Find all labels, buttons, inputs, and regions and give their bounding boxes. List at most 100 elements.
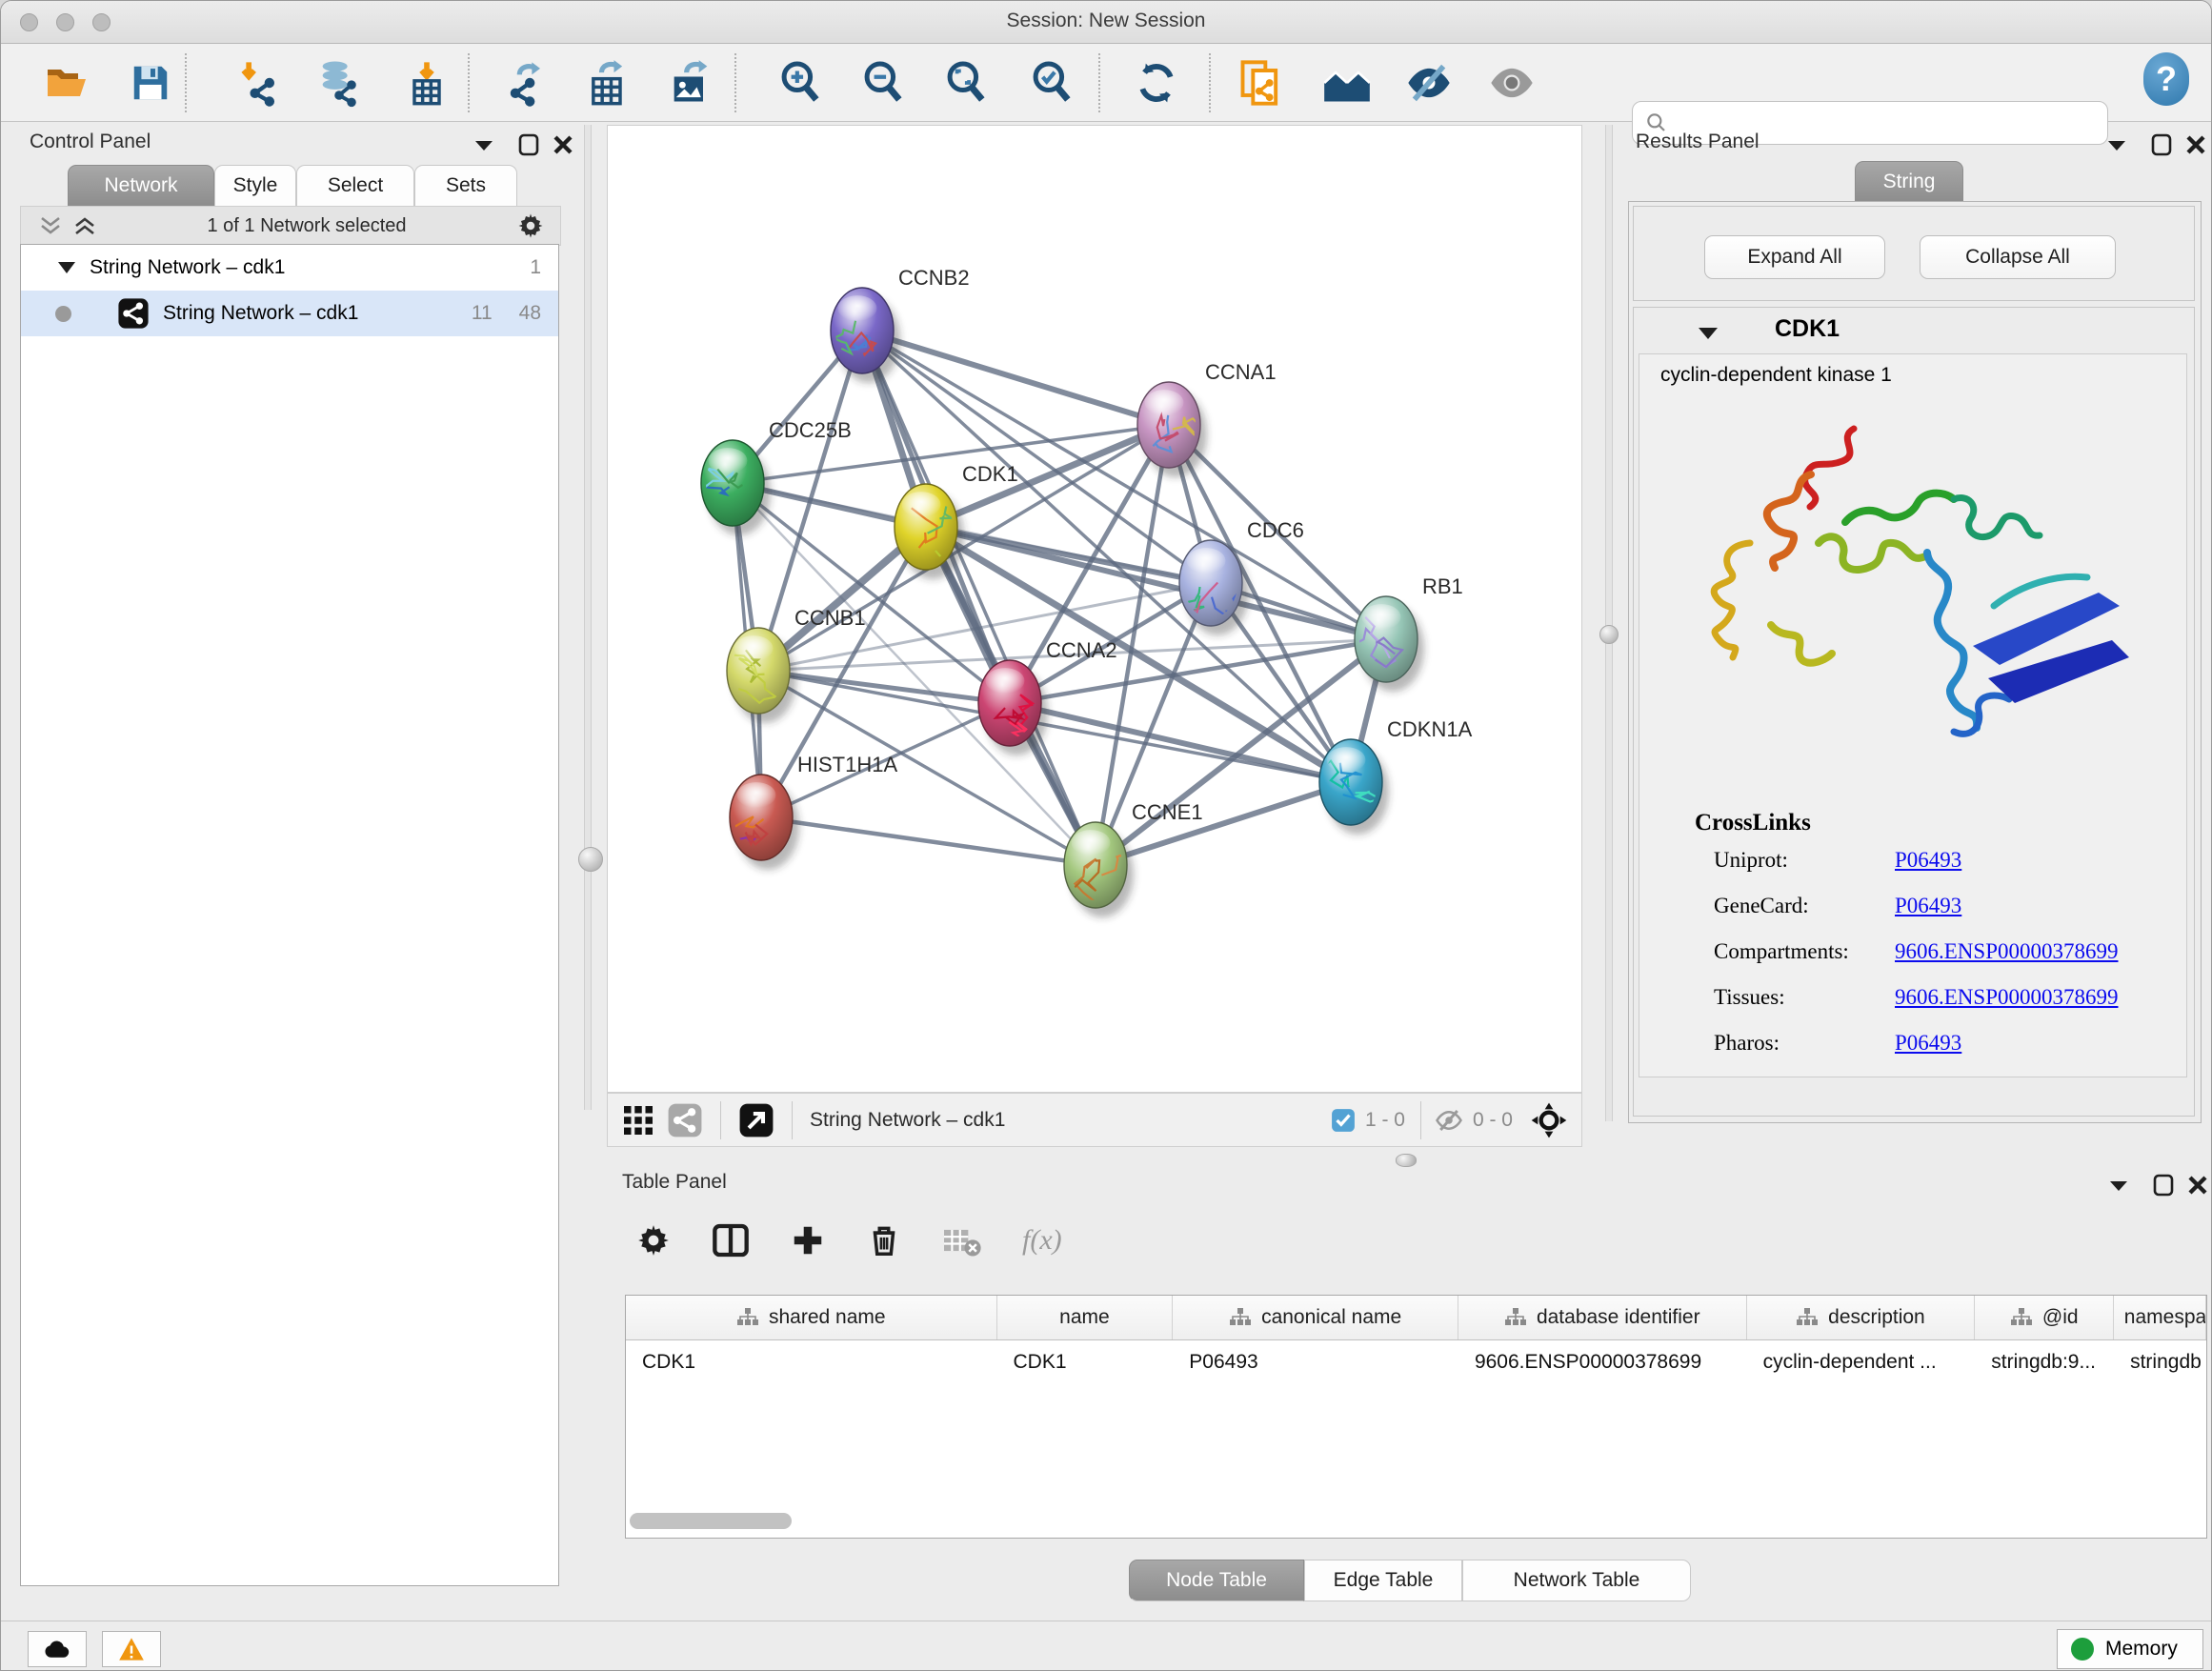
zoom-in-icon (777, 59, 825, 107)
table-cell[interactable]: CDK1 (626, 1340, 997, 1384)
table-cell[interactable]: cyclin-dependent ... (1747, 1340, 1976, 1384)
detach-view-icon[interactable] (738, 1102, 774, 1138)
panel-float-icon[interactable] (2108, 1178, 2129, 1194)
column-tree-icon (2010, 1307, 2033, 1328)
tree-expander-icon[interactable] (57, 260, 76, 275)
results-tab-string[interactable]: String (1855, 161, 1963, 202)
network-node-CCNE1[interactable]: CCNE1 (1064, 800, 1203, 917)
network-canvas[interactable]: CCNB2CCNA1CDC25BCDK1CDC6RB1CCNB1CCNA2CDK… (607, 125, 1582, 1093)
open-session-button[interactable] (41, 57, 92, 109)
control-tab-sets[interactable]: Sets (414, 165, 517, 206)
crosslink-value-link[interactable]: 9606.ENSP00000378699 (1895, 985, 2119, 1010)
table-cell[interactable]: CDK1 (997, 1340, 1174, 1384)
add-column-icon[interactable] (790, 1222, 826, 1258)
show-all-button[interactable] (1486, 57, 1538, 109)
panel-float-icon[interactable] (473, 138, 494, 153)
column-header-canonicalname[interactable]: canonical name (1173, 1296, 1458, 1339)
table-settings-gear-icon[interactable] (635, 1222, 672, 1258)
first-neighbors-button[interactable] (1321, 57, 1373, 109)
crosslink-value-link[interactable]: P06493 (1895, 848, 1961, 873)
gear-icon[interactable] (516, 211, 545, 240)
crosslink-value-link[interactable]: P06493 (1895, 894, 1961, 918)
save-session-button[interactable] (125, 57, 176, 109)
crosslink-value-link[interactable]: 9606.ENSP00000378699 (1895, 939, 2119, 964)
vertical-splitter[interactable] (584, 125, 592, 1110)
import-network-from-file-button[interactable] (233, 57, 285, 109)
network-row-selected[interactable]: String Network – cdk1 11 48 (21, 291, 558, 336)
network-node-CDC6[interactable]: CDC6 (1171, 518, 1304, 635)
refresh-icon (1133, 59, 1180, 107)
expand-all-button[interactable]: Expand All (1704, 235, 1885, 279)
export-network-button[interactable] (502, 57, 553, 109)
zoom-selected-button[interactable] (1027, 57, 1078, 109)
houses-icon (1322, 58, 1372, 108)
help-button[interactable]: ? (2141, 53, 2192, 105)
collection-count: 1 (530, 256, 541, 279)
crosslink-value-link[interactable]: P06493 (1895, 1031, 1961, 1056)
string-results-container: Expand All Collapse All CDK1 cyclin-depe… (1628, 201, 2202, 1123)
clone-network-button[interactable] (1236, 57, 1287, 109)
panel-maximize-icon[interactable] (517, 132, 540, 157)
column-header-namespace[interactable]: namespace (2114, 1296, 2206, 1339)
save-floppy-icon (129, 61, 172, 105)
memory-button[interactable]: Memory (2057, 1629, 2203, 1669)
delete-column-icon[interactable] (866, 1222, 902, 1258)
vertical-splitter[interactable] (1605, 125, 1613, 1121)
panel-close-icon[interactable] (2184, 133, 2207, 156)
network-node-HIST1H1A[interactable]: HIST1H1A (719, 753, 897, 870)
panel-maximize-icon[interactable] (2152, 1173, 2175, 1198)
table-cell[interactable]: stringdb (2114, 1340, 2206, 1384)
network-view-type-icon[interactable] (667, 1102, 703, 1138)
network-graph[interactable]: CCNB2CCNA1CDC25BCDK1CDC6RB1CCNB1CCNA2CDK… (608, 126, 1581, 1092)
apply-layout-button[interactable] (1131, 57, 1182, 109)
column-header-sharedname[interactable]: shared name (626, 1296, 997, 1339)
panel-float-icon[interactable] (2106, 138, 2127, 153)
table-row[interactable]: CDK1CDK1P064939606.ENSP00000378699cyclin… (626, 1340, 2206, 1384)
control-tab-select[interactable]: Select (296, 165, 414, 206)
export-image-button[interactable] (665, 57, 716, 109)
zoom-fit-button[interactable] (941, 57, 993, 109)
network-node-RB1[interactable]: RB1 (1340, 574, 1463, 692)
zoom-out-button[interactable] (858, 57, 910, 109)
table-cell[interactable]: 9606.ENSP00000378699 (1458, 1340, 1747, 1384)
network-collection-row[interactable]: String Network – cdk1 1 (21, 245, 558, 291)
hide-selected-button[interactable] (1403, 57, 1455, 109)
table-cell[interactable]: stringdb:9... (1975, 1340, 2114, 1384)
birds-eye-toggle-icon[interactable] (1530, 1101, 1568, 1139)
automation-status-button[interactable] (28, 1631, 87, 1667)
section-expander-icon[interactable] (1697, 325, 1719, 342)
table-tab-network-table[interactable]: Network Table (1462, 1560, 1691, 1601)
table-cell[interactable]: P06493 (1173, 1340, 1458, 1384)
import-table-from-file-button[interactable] (401, 57, 452, 109)
column-label: description (1828, 1306, 1925, 1329)
import-network-from-database-button[interactable] (313, 57, 365, 109)
zoom-in-button[interactable] (775, 57, 827, 109)
grid-view-icon[interactable] (621, 1103, 655, 1137)
splitter-grip[interactable] (1599, 625, 1619, 644)
control-tab-style[interactable]: Style (214, 165, 296, 206)
panel-close-icon[interactable] (2186, 1174, 2209, 1197)
collapse-tree-icon[interactable] (38, 214, 63, 237)
control-tab-network[interactable]: Network (68, 165, 214, 206)
selected-checkbox-icon[interactable] (1331, 1108, 1356, 1133)
export-table-button[interactable] (582, 57, 633, 109)
collapse-all-button[interactable]: Collapse All (1920, 235, 2116, 279)
expand-tree-icon[interactable] (72, 214, 97, 237)
table-tab-edge-table[interactable]: Edge Table (1304, 1560, 1462, 1601)
column-header-id[interactable]: @id (1975, 1296, 2114, 1339)
horizontal-scrollbar-thumb[interactable] (630, 1513, 792, 1529)
panel-close-icon[interactable] (552, 133, 574, 156)
column-header-description[interactable]: description (1747, 1296, 1976, 1339)
crosslink-label: Uniprot: (1714, 848, 1895, 873)
show-columns-icon[interactable] (712, 1221, 750, 1259)
splitter-grip[interactable] (578, 847, 603, 872)
network-node-CDKN1A[interactable]: CDKN1A (1315, 717, 1472, 835)
column-header-databaseidentifier[interactable]: database identifier (1458, 1296, 1747, 1339)
column-header-name[interactable]: name (997, 1296, 1174, 1339)
hidden-eye-icon[interactable] (1435, 1106, 1463, 1135)
crosslink-row: Compartments:9606.ENSP00000378699 (1714, 939, 2171, 964)
panel-maximize-icon[interactable] (2150, 132, 2173, 157)
warnings-button[interactable] (102, 1631, 161, 1667)
main-toolbar: ? (1, 44, 2211, 122)
table-tab-node-table[interactable]: Node Table (1129, 1560, 1304, 1601)
